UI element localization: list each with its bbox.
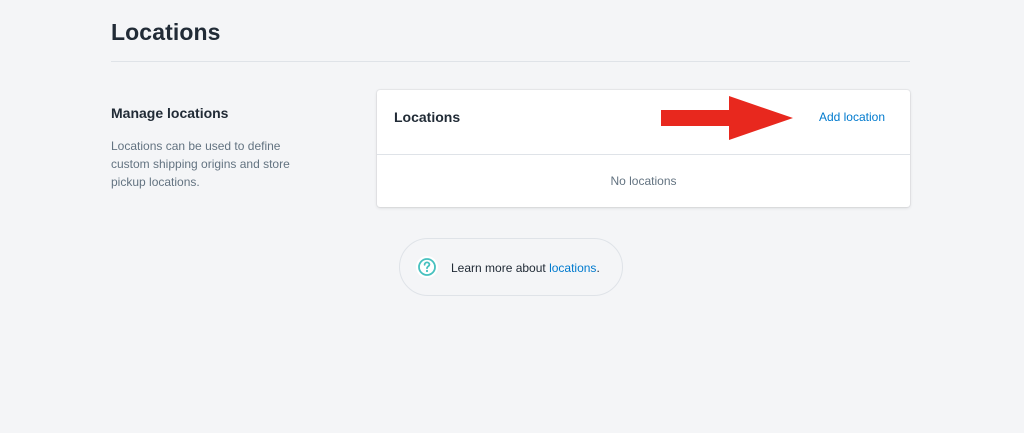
- add-location-button[interactable]: Add location: [819, 110, 885, 124]
- footer-text: Learn more about locations.: [451, 261, 600, 275]
- footer-suffix: .: [596, 261, 600, 275]
- question-circle-icon: [416, 256, 438, 278]
- card-title: Locations: [394, 109, 461, 125]
- locations-card: Locations Add location No locations: [377, 90, 910, 207]
- empty-state-text: No locations: [610, 174, 677, 188]
- footer-help: Learn more about locations.: [399, 238, 623, 296]
- title-divider: [111, 61, 910, 62]
- card-header: Locations Add location: [377, 90, 910, 155]
- locations-page: Locations Manage locations Locations can…: [0, 0, 1024, 433]
- locations-learn-more-link[interactable]: locations: [549, 261, 596, 275]
- red-arrow-icon: [661, 96, 793, 140]
- page-title: Locations: [111, 19, 221, 45]
- section-title: Manage locations: [111, 105, 229, 121]
- footer-prefix: Learn more about: [451, 261, 550, 275]
- section-description: Locations can be used to define custom s…: [111, 139, 290, 189]
